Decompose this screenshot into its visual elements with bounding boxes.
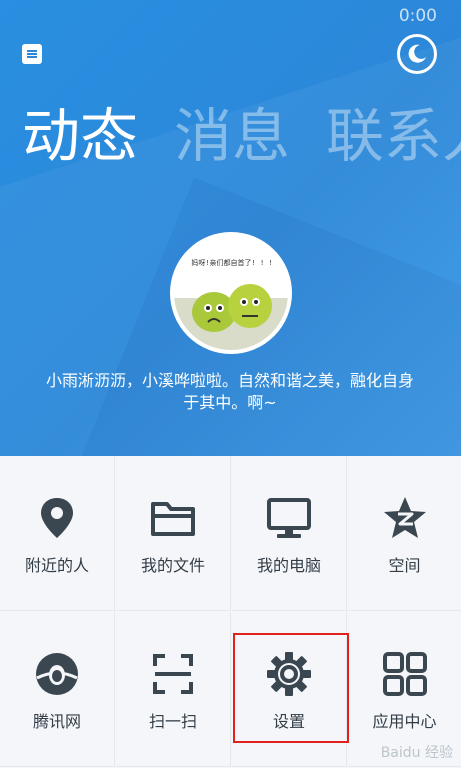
grid-item-tencent-news[interactable]: 腾讯网 [0,612,115,767]
signature-text: 小雨淅沥沥，小溪哗啦啦。自然和谐之美，融化自身于其中。啊~ [45,371,414,412]
profile-header: 0:00 动态消息联系人 妈呀!亲们都自首了! ! ! 小雨淅沥沥，小溪哗啦啦。… [0,0,461,456]
qzone-star-icon [383,497,426,538]
avatar-image [174,236,288,350]
app-grid-icon [382,652,427,696]
avatar-caption: 妈呀!亲们都自首了! ! ! [191,259,273,267]
grid-item-my-files[interactable]: 我的文件 [116,456,231,611]
grid-item-label: 腾讯网 [32,712,81,731]
tab-feed[interactable]: 动态 [22,104,138,168]
grid-item-qzone[interactable]: 空间 [348,456,461,611]
grid-item-label: 应用中心 [372,712,437,731]
grid-item-label: 我的电脑 [256,556,321,575]
tab-contacts[interactable]: 联系人 [326,104,461,168]
settings-highlight-box [233,633,349,743]
tencent-penguin-icon [36,653,78,695]
tab-messages[interactable]: 消息 [174,104,290,168]
grid-item-my-computer[interactable]: 我的电脑 [232,456,347,611]
watermark: Baidu 经验 [380,745,453,761]
avatar[interactable]: 妈呀!亲们都自首了! ! ! [170,232,292,354]
grid-item-label: 空间 [388,556,421,575]
location-pin-icon [41,498,73,538]
status-time: 0:00 [398,6,437,26]
grid-item-nearby[interactable]: 附近的人 [0,456,115,611]
menu-icon[interactable] [22,44,42,64]
grid-item-scan[interactable]: 扫一扫 [116,612,231,767]
moon-icon[interactable] [397,34,437,74]
shortcut-grid: 附近的人 我的文件 我的电脑 空间 腾讯网 扫一扫 设置 应用中心 [0,456,461,768]
folder-icon [151,502,195,536]
grid-item-label: 扫一扫 [148,712,197,731]
monitor-icon [267,498,311,538]
main-tabs: 动态消息联系人 [22,104,461,168]
grid-item-label: 附近的人 [24,556,89,575]
grid-item-label: 我的文件 [140,556,205,575]
scan-icon [153,654,193,694]
